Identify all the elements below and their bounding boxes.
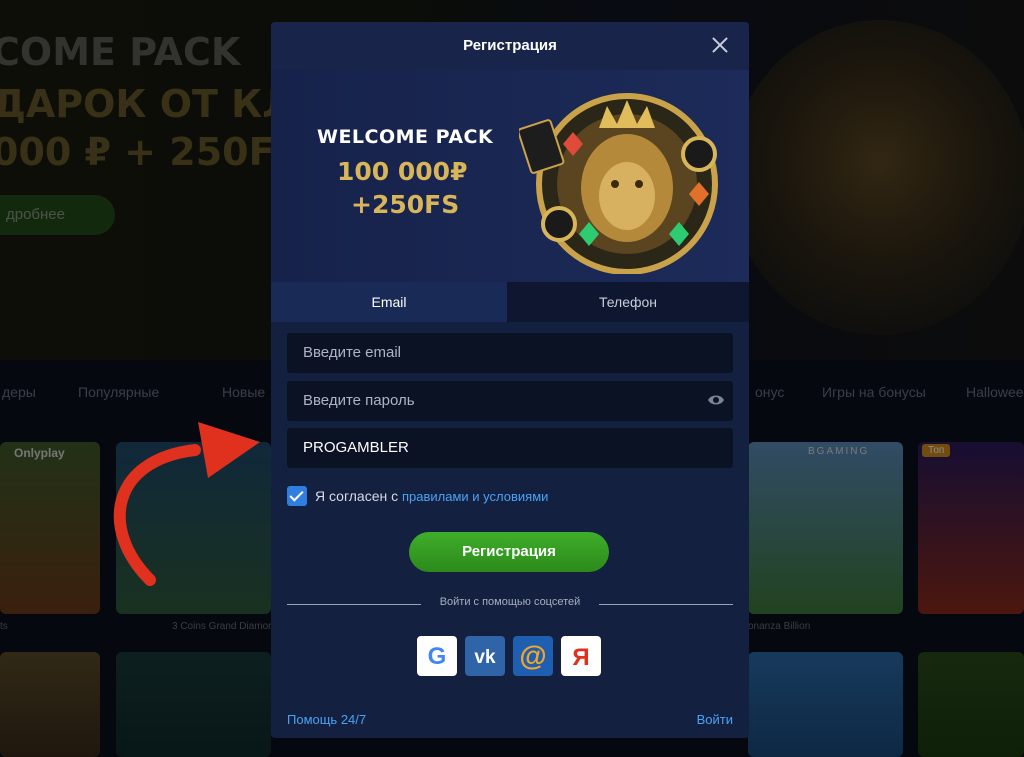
tab-email[interactable]: Email [271,282,507,322]
lion-emblem-icon [519,93,718,274]
register-button[interactable]: Регистрация [409,532,609,572]
yandex-icon[interactable]: Я [561,636,601,676]
banner-amount: 100 000₽ [337,157,468,186]
terms-agreement: Я согласен с правилами и условиями [287,486,727,508]
banner-freespins: +250FS [351,190,460,219]
google-glyph: G [428,643,447,670]
terms-text: Я согласен с правилами и условиями [315,488,548,504]
banner-title: WELCOME PACK [317,126,494,148]
divider-line [599,604,733,605]
eye-icon[interactable] [707,393,725,407]
red-arrow-icon [113,422,260,586]
terms-label: Я согласен с [315,488,402,504]
password-placeholder: Введите пароль [303,392,415,409]
mail-icon[interactable]: @ [513,636,553,676]
terms-link[interactable]: правилами и условиями [402,489,548,504]
yandex-glyph: Я [572,644,589,671]
help-link[interactable]: Помощь 24/7 [287,712,366,727]
close-icon[interactable] [711,36,729,54]
social-divider: Войти с помощью соцсетей [287,596,733,610]
promo-code-field[interactable]: PROGAMBLER [287,428,733,468]
vk-glyph: vk [474,647,496,668]
tab-phone[interactable]: Телефон [507,282,749,322]
google-icon[interactable]: G [417,636,457,676]
login-link[interactable]: Войти [697,712,733,727]
social-login-label: Войти с помощью соцсетей [439,596,581,608]
mail-glyph: @ [519,640,546,671]
password-field[interactable]: Введите пароль [287,381,733,421]
modal-title: Регистрация [463,37,557,54]
terms-checkbox[interactable] [287,486,307,506]
modal-header: Регистрация [271,22,749,70]
vk-icon[interactable]: vk [465,636,505,676]
registration-modal: Регистрация WELCOME PACK 100 000₽ +250FS… [271,22,749,738]
welcome-banner: WELCOME PACK 100 000₽ +250FS [271,70,749,282]
auth-tabs: Email Телефон [271,282,749,322]
email-field[interactable]: Введите email [287,333,733,373]
